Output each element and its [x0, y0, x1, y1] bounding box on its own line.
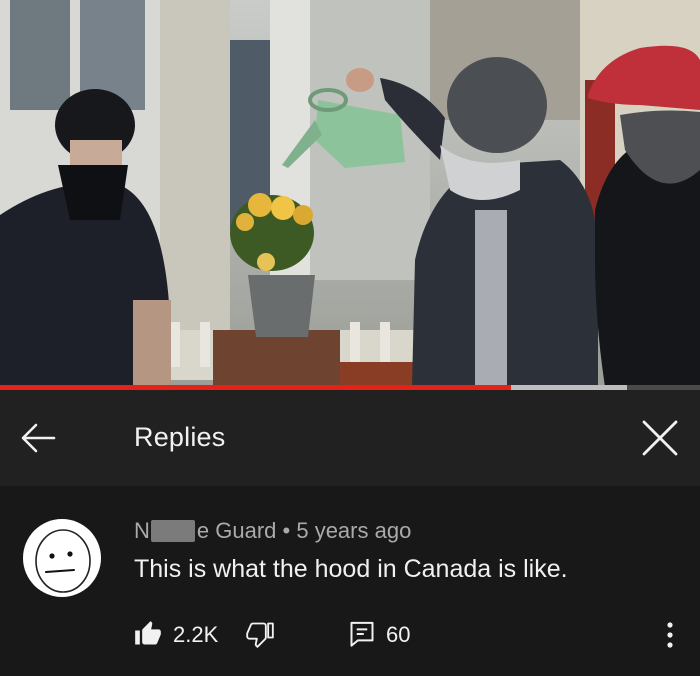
author-name-start[interactable]: N	[134, 518, 150, 543]
reply-icon	[350, 621, 374, 647]
close-button[interactable]	[640, 418, 680, 458]
separator-dot: •	[282, 518, 291, 543]
reply-count: 60	[386, 622, 411, 647]
back-button[interactable]	[18, 420, 58, 456]
like-count: 2.2K	[173, 622, 219, 647]
redaction-block	[150, 520, 195, 542]
close-icon	[642, 420, 678, 456]
more-vert-icon	[667, 622, 673, 648]
back-arrow-icon	[21, 423, 56, 453]
comment-timestamp: 5 years ago	[296, 518, 412, 543]
comment-text: This is what the hood in Canada is like.	[134, 555, 568, 583]
avatar-icon	[23, 519, 101, 597]
comment-author-line: Ne Guard • 5 years ago	[134, 518, 411, 544]
dislike-button[interactable]	[246, 620, 274, 648]
page-title: Replies	[134, 422, 226, 452]
more-options-button[interactable]	[660, 620, 680, 650]
replies-header	[0, 390, 700, 486]
thumbs-down-icon	[246, 622, 274, 648]
thumbs-up-icon	[135, 621, 161, 645]
like-button[interactable]	[134, 620, 162, 648]
video-player[interactable]	[0, 0, 700, 387]
author-name-end[interactable]: e Guard	[197, 518, 277, 543]
avatar[interactable]	[22, 518, 102, 598]
reply-button[interactable]	[348, 620, 376, 648]
video-frame	[0, 0, 700, 387]
